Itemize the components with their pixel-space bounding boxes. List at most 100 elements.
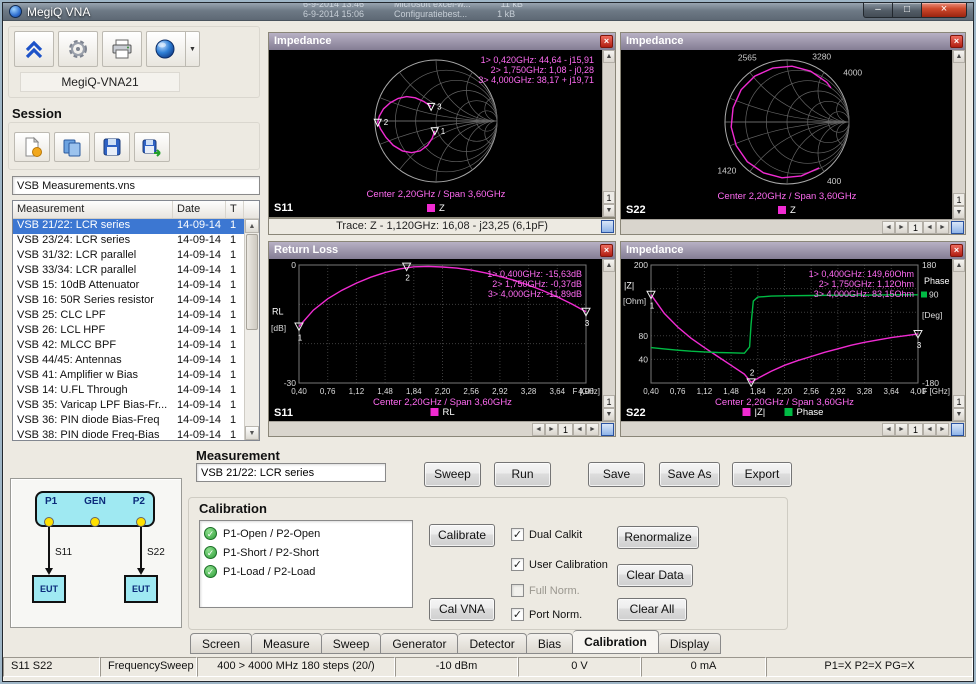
chart-horizontal-scrollbar[interactable]: ◄ ► 1 ◄ ► bbox=[269, 421, 615, 436]
chart-options-button[interactable] bbox=[601, 423, 614, 436]
tab-calibration[interactable]: Calibration bbox=[573, 630, 659, 654]
scroll-right-icon[interactable]: ► bbox=[895, 221, 908, 234]
scroll-down-icon[interactable]: ▼ bbox=[245, 426, 259, 440]
scroll-up-icon[interactable]: ▲ bbox=[953, 50, 965, 63]
close-icon[interactable]: × bbox=[600, 35, 613, 48]
scroll-up-icon[interactable]: ▲ bbox=[603, 50, 615, 63]
settings-button[interactable] bbox=[58, 31, 98, 67]
return-loss-chart-s11[interactable]: 0,400,761,121,481,842,202,562,923,283,64… bbox=[269, 259, 602, 421]
chart-vertical-scrollbar[interactable]: ▲ 1 ▼ bbox=[952, 259, 965, 421]
tab-detector[interactable]: Detector bbox=[458, 633, 526, 654]
impedance-phase-chart-s22[interactable]: 0,400,761,121,481,842,202,562,923,283,64… bbox=[621, 259, 952, 421]
checkbox-dual-calkit[interactable]: ✓Dual Calkit bbox=[511, 528, 582, 541]
clear-all-button[interactable]: Clear All bbox=[617, 598, 687, 621]
trace-options-button[interactable] bbox=[601, 220, 614, 233]
close-icon[interactable]: × bbox=[950, 244, 963, 257]
chart-vertical-scrollbar[interactable]: ▲ 1 ▼ bbox=[602, 50, 615, 217]
table-row[interactable]: VSB 44/45: Antennas14-09-141 bbox=[13, 354, 259, 369]
calibration-list[interactable]: ✓P1-Open / P2-Open✓P1-Short / P2-Short✓P… bbox=[199, 520, 413, 608]
chart-vertical-scrollbar[interactable]: ▲ 1 ▼ bbox=[602, 259, 615, 421]
connect-button[interactable] bbox=[14, 31, 54, 67]
table-row[interactable]: VSB 21/22: LCR series14-09-141 bbox=[13, 219, 259, 234]
table-row[interactable]: VSB 31/32: LCR parallel14-09-141 bbox=[13, 249, 259, 264]
device-menu-button[interactable]: ▼ bbox=[146, 31, 200, 67]
save-session-button[interactable] bbox=[94, 132, 130, 162]
dropdown-icon[interactable]: ▼ bbox=[185, 32, 199, 66]
clear-data-button[interactable]: Clear Data bbox=[617, 564, 693, 587]
renormalize-button[interactable]: Renormalize bbox=[617, 526, 699, 549]
scrollbar-thumb[interactable] bbox=[246, 234, 258, 330]
panel-titlebar[interactable]: Impedance bbox=[621, 242, 965, 259]
checkbox-full-norm-[interactable]: Full Norm. bbox=[511, 584, 580, 597]
close-button[interactable]: × bbox=[921, 3, 967, 18]
panel-titlebar[interactable]: Impedance bbox=[621, 33, 965, 50]
scroll-up-icon[interactable]: ▲ bbox=[953, 259, 965, 272]
calibration-item[interactable]: ✓P1-Open / P2-Open bbox=[204, 524, 408, 543]
save-as-button[interactable]: Save As bbox=[659, 462, 720, 487]
measurement-name-input[interactable] bbox=[196, 463, 386, 482]
scroll-down-icon[interactable]: ▼ bbox=[603, 204, 615, 217]
close-icon[interactable]: × bbox=[950, 35, 963, 48]
chart-horizontal-scrollbar[interactable]: ◄ ► 1 ◄ ► bbox=[621, 421, 965, 436]
calibration-item[interactable]: ✓P1-Short / P2-Short bbox=[204, 543, 408, 562]
smith-chart-s22[interactable]: 4001420256532804000Center 2,20GHz / Span… bbox=[621, 50, 952, 219]
table-row[interactable]: VSB 23/24: LCR series14-09-141 bbox=[13, 234, 259, 249]
table-row[interactable]: VSB 14: U.FL Through14-09-141 bbox=[13, 384, 259, 399]
scroll-right-icon[interactable]: ► bbox=[936, 423, 949, 436]
new-session-button[interactable] bbox=[14, 132, 50, 162]
scroll-left-icon[interactable]: ◄ bbox=[882, 423, 895, 436]
measurement-list-scrollbar[interactable]: ▲ ▼ bbox=[244, 219, 259, 440]
scroll-down-icon[interactable]: ▼ bbox=[953, 206, 965, 219]
scroll-left-icon[interactable]: ◄ bbox=[882, 221, 895, 234]
table-row[interactable]: VSB 33/34: LCR parallel14-09-141 bbox=[13, 264, 259, 279]
titlebar[interactable]: 6-9-2014 13:46 Microsoft excel-w... 11 k… bbox=[3, 3, 973, 21]
cal-vna-button[interactable]: Cal VNA bbox=[429, 598, 495, 621]
calibration-item[interactable]: ✓P1-Load / P2-Load bbox=[204, 562, 408, 581]
table-row[interactable]: VSB 38: PIN diode Freq-Bias14-09-141 bbox=[13, 429, 259, 441]
table-row[interactable]: VSB 15: 10dB Attenuator14-09-141 bbox=[13, 279, 259, 294]
scroll-right-icon[interactable]: ► bbox=[545, 423, 558, 436]
scroll-left-icon[interactable]: ◄ bbox=[532, 423, 545, 436]
table-row[interactable]: VSB 16: 50R Series resistor14-09-141 bbox=[13, 294, 259, 309]
maximize-button[interactable]: □ bbox=[893, 3, 921, 18]
tab-screen[interactable]: Screen bbox=[190, 633, 252, 654]
tab-sweep[interactable]: Sweep bbox=[322, 633, 382, 654]
table-row[interactable]: VSB 42: MLCC BPF14-09-141 bbox=[13, 339, 259, 354]
table-row[interactable]: VSB 25: CLC LPF14-09-141 bbox=[13, 309, 259, 324]
tab-display[interactable]: Display bbox=[659, 633, 721, 654]
table-row[interactable]: VSB 36: PIN diode Bias-Freq14-09-141 bbox=[13, 414, 259, 429]
open-session-button[interactable] bbox=[54, 132, 90, 162]
session-file-input[interactable] bbox=[12, 176, 260, 195]
panel-titlebar[interactable]: Return Loss bbox=[269, 242, 615, 259]
chart-options-button[interactable] bbox=[951, 423, 964, 436]
table-row[interactable]: VSB 41: Amplifier w Bias14-09-141 bbox=[13, 369, 259, 384]
tab-bias[interactable]: Bias bbox=[527, 633, 573, 654]
chart-horizontal-scrollbar[interactable]: ◄ ► 1 ◄ ► bbox=[621, 219, 965, 234]
scroll-left-icon[interactable]: ◄ bbox=[923, 221, 936, 234]
calibrate-button[interactable]: Calibrate bbox=[429, 524, 495, 547]
scroll-left-icon[interactable]: ◄ bbox=[923, 423, 936, 436]
scroll-right-icon[interactable]: ► bbox=[586, 423, 599, 436]
print-button[interactable] bbox=[102, 31, 142, 67]
panel-titlebar[interactable]: Impedance bbox=[269, 33, 615, 50]
close-icon[interactable]: × bbox=[600, 244, 613, 257]
scroll-down-icon[interactable]: ▼ bbox=[603, 408, 615, 421]
scroll-down-icon[interactable]: ▼ bbox=[953, 408, 965, 421]
table-row[interactable]: VSB 26: LCL HPF14-09-141 bbox=[13, 324, 259, 339]
save-button[interactable]: Save bbox=[588, 462, 645, 487]
scroll-right-icon[interactable]: ► bbox=[895, 423, 908, 436]
column-header[interactable]: Measurement bbox=[13, 201, 173, 218]
chart-vertical-scrollbar[interactable]: ▲ 1 ▼ bbox=[952, 50, 965, 219]
chart-options-button[interactable] bbox=[951, 221, 964, 234]
column-header[interactable]: Date bbox=[173, 201, 226, 218]
sweep-button[interactable]: Sweep bbox=[424, 462, 481, 487]
checkbox-user-calibration[interactable]: ✓User Calibration bbox=[511, 558, 608, 571]
run-button[interactable]: Run bbox=[494, 462, 551, 487]
scroll-left-icon[interactable]: ◄ bbox=[573, 423, 586, 436]
export-button[interactable]: Export bbox=[732, 462, 792, 487]
tab-measure[interactable]: Measure bbox=[252, 633, 322, 654]
checkbox-port-norm-[interactable]: ✓Port Norm. bbox=[511, 608, 582, 621]
column-header[interactable]: T bbox=[226, 201, 244, 218]
table-row[interactable]: VSB 35: Varicap LPF Bias-Fr...14-09-141 bbox=[13, 399, 259, 414]
smith-chart-s11[interactable]: 1231> 0,420GHz: 44,64 - j15,912> 1,750GH… bbox=[269, 50, 602, 217]
